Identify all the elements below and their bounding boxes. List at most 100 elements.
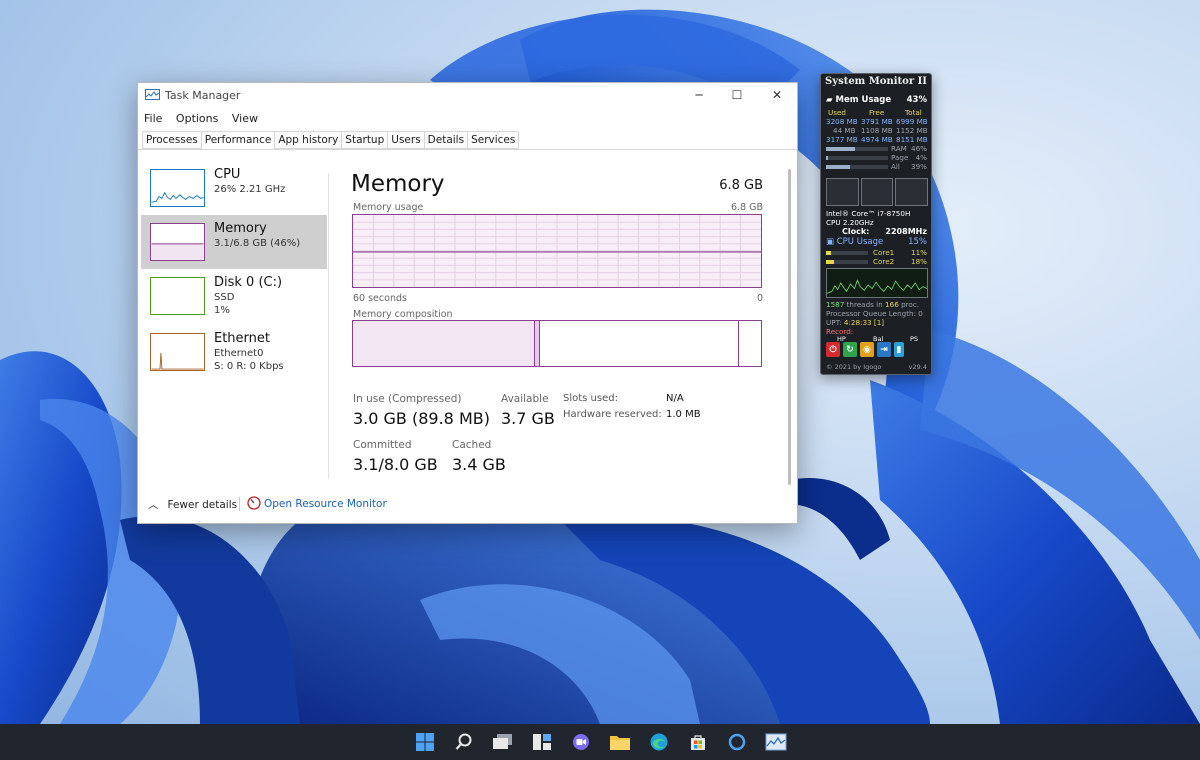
tab-services[interactable]: Services	[467, 131, 520, 149]
proc-count: 166	[885, 300, 899, 309]
sidebar-sub: 3.1/6.8 GB (46%)	[214, 238, 301, 249]
threads-row: 1587 threads in 166 proc.	[826, 300, 927, 309]
col-free: Free	[869, 108, 885, 117]
gadget-footer: © 2021 by Igogo v29.4	[826, 363, 927, 371]
core1-value: 11%	[911, 248, 927, 257]
mem-cell: 44 MB	[833, 126, 856, 135]
cached-value: 3.4 GB	[452, 455, 506, 474]
ram-row: RAM 46%	[891, 144, 927, 153]
task-manager-window[interactable]: Task Manager ─ ☐ ✕ File Options View Pro…	[137, 82, 798, 524]
fewer-details-label: Fewer details	[167, 499, 238, 511]
search-icon[interactable]	[451, 729, 477, 755]
open-resource-monitor-link[interactable]: Open Resource Monitor	[264, 498, 387, 510]
tab-app-history[interactable]: App history	[274, 131, 343, 149]
cpu-usage-value: 15%	[908, 237, 927, 247]
widgets-icon[interactable]	[529, 729, 555, 755]
tab-divider	[138, 149, 797, 150]
sidebar-sub: 1%	[214, 305, 230, 316]
sidebar-item-disk[interactable]: Disk 0 (C:) SSD 1%	[141, 269, 327, 323]
cpu-name: Intel® Core™ i7-8750H	[826, 209, 911, 218]
edge-icon[interactable]	[646, 729, 672, 755]
power-icon[interactable]: ⏻	[826, 342, 840, 357]
sidebar-item-cpu[interactable]: CPU 26% 2.21 GHz	[141, 161, 327, 215]
restart-icon[interactable]: ↻	[843, 342, 857, 357]
sidebar-item-ethernet[interactable]: Ethernet Ethernet0 S: 0 R: 0 Kbps	[141, 325, 327, 379]
menu-file[interactable]: File	[144, 112, 162, 125]
core2-value: 18%	[911, 257, 927, 266]
ram-value: 46%	[911, 144, 927, 153]
menu-view[interactable]: View	[232, 112, 258, 125]
composition-in-use	[353, 321, 535, 366]
ethernet-thumbnail-graph	[150, 333, 205, 371]
hardware-reserved-value: 1.0 MB	[666, 409, 701, 420]
sidebar-divider	[328, 173, 329, 479]
logoff-icon[interactable]: ⇥	[877, 342, 891, 357]
mem-cell: 4974 MB	[861, 135, 893, 144]
system-monitor-gadget[interactable]: System Monitor II ▰ Mem Usage 43% Used F…	[820, 73, 932, 375]
page-value: 4%	[915, 153, 927, 162]
cpu-history-graph	[826, 268, 928, 298]
mem-cell: 8151 MB	[896, 135, 928, 144]
settings-icon[interactable]: ▮	[894, 342, 904, 357]
tab-processes[interactable]: Processes	[142, 131, 202, 149]
tab-details[interactable]: Details	[423, 131, 469, 149]
sidebar-sub: SSD	[214, 292, 235, 303]
sidebar-sub: S: 0 R: 0 Kbps	[214, 361, 284, 372]
committed-label: Committed	[353, 439, 412, 451]
menu-options[interactable]: Options	[176, 112, 218, 125]
title-bar[interactable]: Task Manager ─ ☐ ✕	[138, 83, 797, 107]
memory-composition-bar	[352, 320, 762, 367]
hardware-reserved-label: Hardware reserved:	[563, 409, 662, 420]
uptime-value: 4:28:33 [1]	[843, 318, 885, 327]
tab-startup[interactable]: Startup	[341, 131, 389, 149]
uptime-row: UPT: 4:28:33 [1]	[826, 318, 927, 327]
mem-cell: 3208 MB	[826, 117, 858, 126]
close-button[interactable]: ✕	[762, 86, 792, 104]
memory-usage-label: Memory usage	[353, 202, 424, 213]
memory-usage-max: 6.8 GB	[730, 202, 763, 213]
maximize-button[interactable]: ☐	[722, 86, 752, 104]
core2-bar	[826, 260, 868, 264]
available-value: 3.7 GB	[501, 409, 555, 428]
in-use-value: 3.0 GB (89.8 MB)	[353, 409, 490, 428]
balanced-icon[interactable]: ◉	[860, 342, 874, 357]
sidebar-sub: 26% 2.21 GHz	[214, 184, 286, 195]
tab-users[interactable]: Users	[387, 131, 425, 149]
page-row: Page 4%	[891, 153, 927, 162]
store-icon[interactable]	[685, 729, 711, 755]
in-use-label: In use (Compressed)	[353, 393, 462, 405]
sidebar-name: Disk 0 (C:)	[214, 275, 283, 290]
fewer-details-button[interactable]: ︿ Fewer details	[148, 497, 237, 512]
windows-start-icon[interactable]	[412, 729, 438, 755]
cortana-icon[interactable]	[724, 729, 750, 755]
composition-modified	[535, 321, 540, 366]
threads-text: threads in	[846, 300, 883, 309]
mem-cell: 1152 MB	[896, 126, 928, 135]
sidebar-item-memory[interactable]: Memory 3.1/6.8 GB (46%)	[141, 215, 327, 269]
page-bar	[826, 156, 888, 160]
performance-sidebar: CPU 26% 2.21 GHz Memory 3.1/6.8 GB (46%)…	[141, 153, 327, 483]
file-explorer-icon[interactable]	[607, 729, 633, 755]
task-manager-icon[interactable]	[763, 729, 789, 755]
tab-performance[interactable]: Performance	[200, 131, 276, 150]
menu-bar: File Options View	[144, 112, 268, 125]
slots-used-value: N/A	[666, 393, 684, 404]
scrollbar[interactable]	[788, 169, 791, 485]
taskbar	[0, 724, 1200, 760]
memory-chip-icon: ▰	[826, 95, 833, 105]
sidebar-name: Ethernet	[214, 331, 270, 346]
task-manager-icon	[145, 89, 160, 100]
chat-icon[interactable]	[568, 729, 594, 755]
mem-usage-row: ▰ Mem Usage 43%	[826, 95, 927, 105]
task-view-icon[interactable]	[490, 729, 516, 755]
slots-used-label: Slots used:	[563, 393, 618, 404]
minimize-button[interactable]: ─	[684, 86, 714, 104]
memory-history-grid	[826, 178, 929, 206]
all-row: All 39%	[891, 162, 927, 171]
time-axis-right: 0	[756, 293, 763, 304]
available-label: Available	[501, 393, 549, 405]
cpu-thumbnail-graph	[150, 169, 205, 207]
memory-panel: Memory 6.8 GB Memory usage 6.8 GB 60 sec…	[351, 167, 763, 477]
core2-label: Core2	[873, 257, 895, 266]
mem-cell: 3177 MB	[826, 135, 858, 144]
